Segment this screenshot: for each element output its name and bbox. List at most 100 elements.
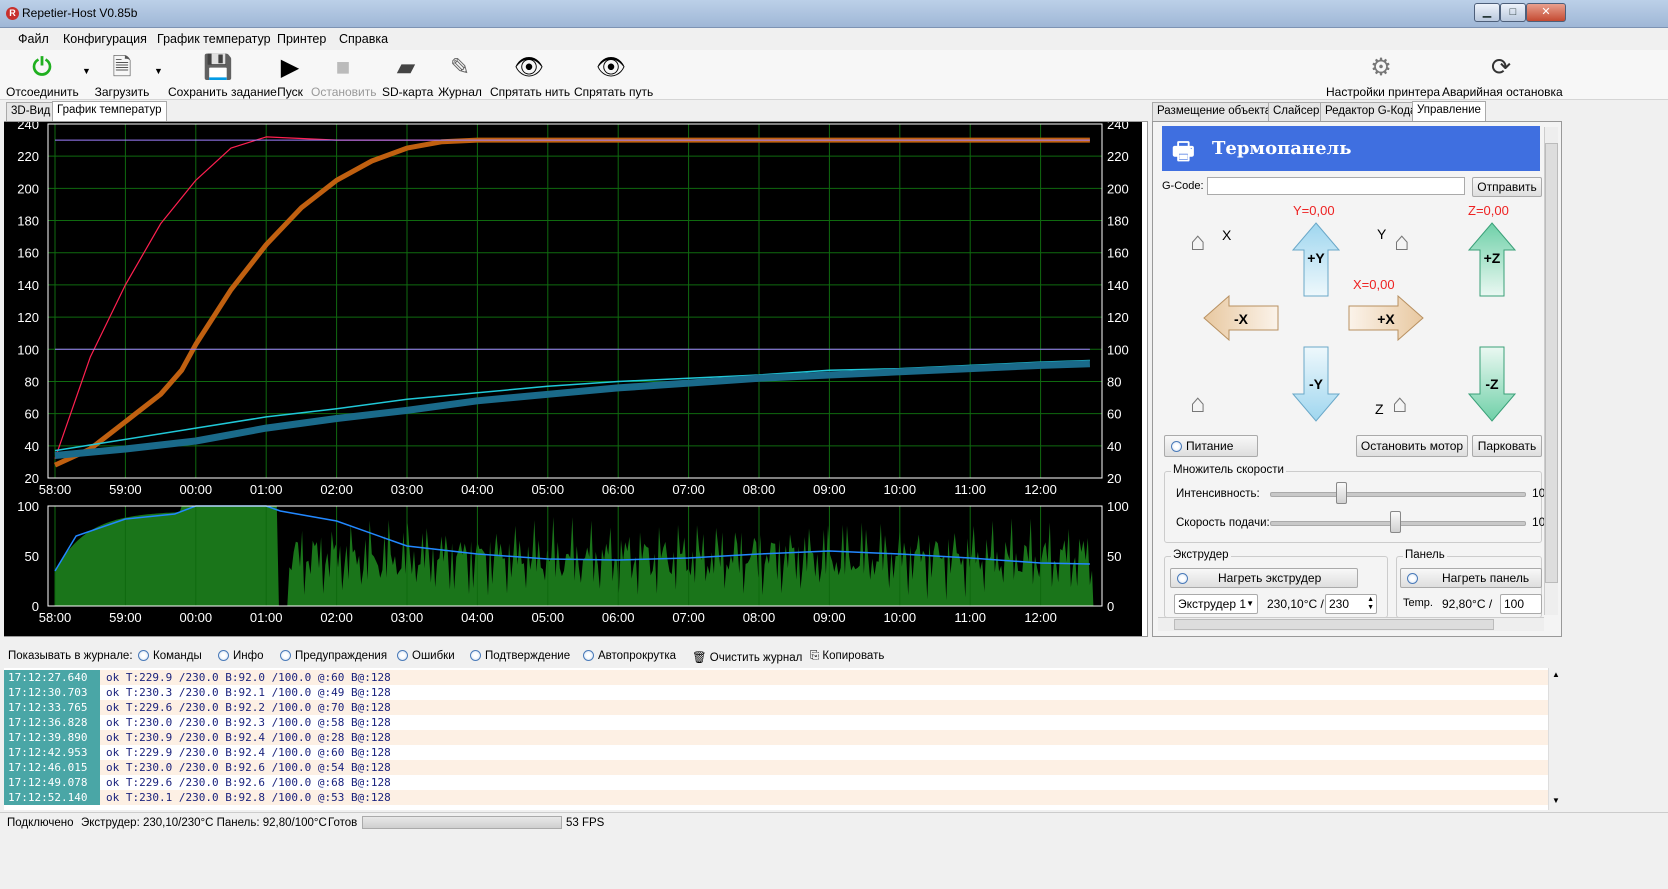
scroll-thumb[interactable] [1545,143,1558,583]
bed-temp-label: Temp. [1403,597,1433,609]
tab-control[interactable]: Управление [1412,101,1486,121]
log-timestamp: 17:12:42.953 [4,745,100,760]
y-tick-label-right: 100 [1107,342,1129,357]
tab-3d-view[interactable]: 3D-Вид [6,102,56,121]
hide-path-button[interactable]: 👁 Спрятать путь [574,50,653,100]
y-tick-label-left: 80 [25,374,39,389]
log-row: 17:12:49.078 ok T:229.6 /230.0 B:92.6 /10… [4,775,1548,790]
x-tick-label: 05:00 [532,482,565,497]
menu-config[interactable]: Конфигурация [63,32,147,46]
stop-motor-button[interactable]: Остановить мотор [1356,435,1468,457]
y-tick-label-right: 0 [1107,599,1114,614]
scroll-up-icon[interactable]: ▲ [1552,670,1560,679]
menu-help[interactable]: Справка [339,32,388,46]
log-button[interactable]: ✎ Журнал [438,50,482,100]
save-job-button[interactable]: 💾 Сохранить задание [168,50,277,100]
run-button[interactable]: ▶ Пуск [274,50,306,100]
log-message: ok T:229.9 /230.0 B:92.4 /100.0 @:60 B@:… [106,746,391,759]
x-tick-label: 02:00 [320,610,353,625]
minimize-button[interactable]: ▁ [1474,3,1500,22]
y-tick-label-left: 140 [17,278,39,293]
stop-button[interactable]: ■ Остановить [311,50,377,100]
send-button[interactable]: Отправить [1472,177,1542,197]
toolbar: ⏻ Отсоединить ▼ 🗎 Загрузить ▼ 💾 Сохранит… [0,50,1668,100]
intensity-slider-thumb[interactable] [1336,482,1347,504]
control-horizontal-scrollbar[interactable] [1158,617,1544,631]
menu-printer[interactable]: Принтер [277,32,326,46]
x-tick-label: 11:00 [954,482,986,497]
home-all-icon[interactable]: ⌂ [1190,390,1206,416]
y-position: Y=0,00 [1293,203,1335,218]
feed-rate-slider-thumb[interactable] [1390,511,1401,533]
tab-object-placement[interactable]: Размещение объекта [1152,102,1277,121]
log-row: 17:12:27.640 ok T:229.9 /230.0 B:92.0 /10… [4,670,1548,685]
load-button[interactable]: 🗎 Загрузить [94,50,150,100]
power-toggle[interactable]: Питание [1164,435,1258,457]
clear-log-button[interactable]: 🗑 Очистить журнал [692,650,802,664]
ready-status: Готов [328,817,358,829]
x-tick-label: 06:00 [602,482,635,497]
tab-temperature-graph[interactable]: График температур [52,101,167,121]
emergency-stop-button[interactable]: ⟳ Аварийная остановка [1442,50,1563,100]
home-y-label: Y [1377,226,1387,242]
scroll-down-icon[interactable]: ▼ [1552,796,1560,805]
filter-acknowledgement[interactable]: Подтверждение [470,650,570,662]
y-tick-label-right: 80 [1107,374,1121,389]
status-bar: Подключено Экструдер: 230,10/230°C Панел… [0,812,1668,834]
x-tick-label: 02:00 [320,482,353,497]
menu-file[interactable]: Файл [18,32,49,46]
heat-extruder-button[interactable]: Нагреть экструдер [1170,568,1358,588]
x-tick-label: 12:00 [1024,482,1057,497]
home-z-icon[interactable]: ⌂ [1392,390,1408,416]
control-vertical-scrollbar[interactable] [1544,127,1558,615]
extruder-select[interactable]: Экструдер 1 ▼ [1174,594,1258,614]
window-title: Repetier-Host V0.85b [22,6,138,20]
copy-log-button[interactable]: ⎘ Копировать [810,650,884,663]
filter-autoscroll[interactable]: Автопрокрутка [583,650,676,662]
y-tick-label-left: 20 [25,471,39,486]
park-button[interactable]: Парковать [1472,435,1542,457]
menu-temp-graph[interactable]: График температур [157,32,271,46]
log-row: 17:12:42.953 ok T:229.9 /230.0 B:92.4 /10… [4,745,1548,760]
jog-minus-x-label: -X [1234,311,1248,327]
speed-multiplier-group: Множитель скорости [1164,464,1542,543]
x-tick-label: 07:00 [672,482,705,497]
intensity-slider[interactable] [1270,492,1526,497]
jog-minus-y-label: -Y [1309,376,1323,392]
home-y-icon[interactable]: ⌂ [1394,228,1410,254]
filter-warnings[interactable]: Предупраждения [280,650,387,662]
tab-gcode-editor[interactable]: Редактор G-Кода [1320,102,1422,121]
log-message: ok T:229.6 /230.0 B:92.2 /100.0 @:70 B@:… [106,701,391,714]
home-x-icon[interactable]: ⌂ [1190,228,1206,254]
x-tick-label: 09:00 [813,482,846,497]
bed-temperature: 92,80°C / [1442,597,1493,611]
filter-commands[interactable]: Команды [138,650,202,662]
log-list: 17:12:27.640 ok T:229.9 /230.0 B:92.0 /10… [4,668,1548,810]
load-dropdown-icon[interactable]: ▼ [154,66,163,76]
log-vertical-scrollbar[interactable]: ▲ ▼ [1548,668,1564,810]
jog-plus-y-label: +Y [1307,250,1325,266]
heat-bed-button[interactable]: Нагреть панель [1400,568,1542,588]
filter-errors[interactable]: Ошибки [397,650,455,662]
fps-counter: 53 FPS [566,817,605,829]
log-timestamp: 17:12:49.078 [4,775,100,790]
extruder-target-input[interactable]: 230 ▲ ▼ [1325,594,1377,614]
radio-icon [397,650,408,661]
filter-info[interactable]: Инфо [218,650,263,662]
disconnect-dropdown-icon[interactable]: ▼ [82,66,91,76]
scroll-thumb[interactable] [1174,619,1494,630]
disconnect-button[interactable]: ⏻ Отсоединить [6,50,79,100]
tab-slicer[interactable]: Слайсер [1268,102,1325,121]
log-row: 17:12:46.015 ok T:230.0 /230.0 B:92.6 /10… [4,760,1548,775]
maximize-button[interactable]: □ [1500,3,1526,22]
printer-settings-button[interactable]: ⚙ Настройки принтера [1326,50,1440,100]
x-tick-label: 10:00 [884,482,917,497]
x-tick-label: 11:00 [954,610,986,625]
gcode-input[interactable] [1207,177,1465,195]
hide-filament-button[interactable]: 👁 Спрятать нить [490,50,570,100]
chevron-down-icon: ▼ [1246,599,1254,608]
sd-card-button[interactable]: ▰ SD-карта [382,50,433,100]
close-window-button[interactable]: ✕ [1526,3,1566,22]
x-tick-label: 00:00 [180,610,213,625]
bed-target-input[interactable]: 100 [1500,594,1542,614]
